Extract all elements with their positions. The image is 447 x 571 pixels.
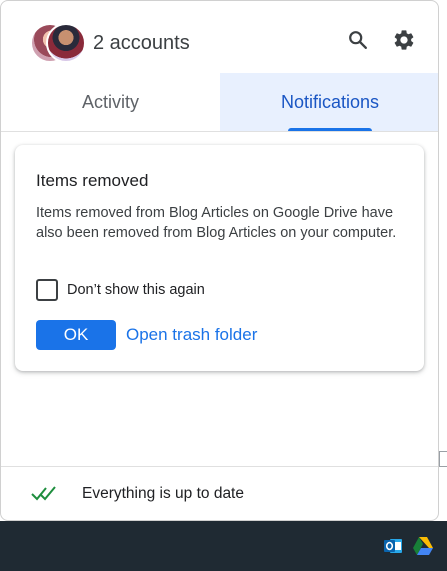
ok-button[interactable]: OK	[36, 320, 116, 350]
tab-notifications[interactable]: Notifications	[220, 73, 438, 131]
notification-body: Items removed from Blog Articles on Goog…	[36, 205, 397, 241]
search-icon	[349, 31, 367, 49]
taskbar	[0, 521, 447, 571]
drive-popup-panel: 2 accounts Activity Notifications Items …	[0, 0, 439, 521]
open-trash-folder-link[interactable]: Open trash folder	[126, 325, 257, 345]
active-tab-indicator	[288, 128, 372, 131]
tab-bar: Activity Notifications	[1, 73, 438, 132]
status-footer: Everything is up to date	[1, 466, 438, 520]
account-avatars[interactable]	[30, 23, 86, 63]
status-text: Everything is up to date	[82, 485, 244, 502]
dont-show-again-row[interactable]: Don’t show this again	[36, 279, 205, 301]
outlook-icon[interactable]	[383, 536, 403, 556]
notification-card: Items removed Items removed from Blog Ar…	[15, 145, 424, 371]
dont-show-again-label[interactable]: Don’t show this again	[67, 282, 205, 298]
header: 2 accounts	[1, 1, 438, 73]
tab-activity[interactable]: Activity	[1, 73, 220, 131]
accounts-label[interactable]: 2 accounts	[93, 32, 190, 55]
avatar	[46, 23, 86, 63]
notification-title: Items removed	[36, 171, 149, 190]
tray-overflow-edge	[439, 451, 447, 467]
double-check-icon	[31, 486, 56, 501]
search-button[interactable]	[345, 27, 371, 53]
tab-notifications-label: Notifications	[280, 91, 380, 112]
dont-show-again-checkbox[interactable]	[36, 279, 58, 301]
gear-icon	[394, 30, 414, 50]
settings-button[interactable]	[391, 27, 417, 53]
google-drive-icon[interactable]	[412, 536, 434, 556]
